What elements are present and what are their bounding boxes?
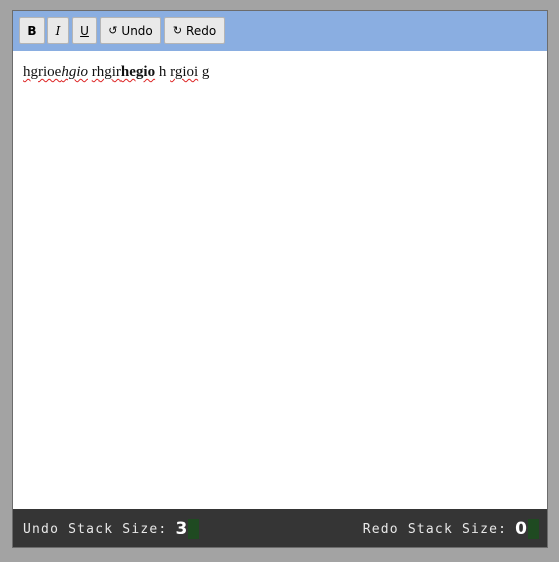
- status-bar: Undo Stack Size: 3 Redo Stack Size: 0: [13, 509, 547, 547]
- undo-stack-count: 3: [175, 519, 188, 539]
- redo-button-label: Redo: [186, 23, 217, 38]
- italic-button[interactable]: I: [47, 17, 69, 44]
- redo-stack-swatch: [528, 519, 539, 539]
- undo-button-label: Undo: [121, 23, 153, 38]
- underline-button[interactable]: U: [72, 17, 97, 44]
- editor-content-area[interactable]: hgrioehgio rhgirhegio h rgioi g: [13, 51, 547, 509]
- redo-icon: ↻: [172, 24, 183, 37]
- editor-text-segment: rhgir: [91, 64, 121, 80]
- redo-stack-indicator: Redo Stack Size: 0: [363, 519, 539, 539]
- undo-button[interactable]: ↺ Undo: [100, 17, 161, 44]
- undo-stack-indicator: Undo Stack Size: 3: [23, 519, 200, 539]
- editor-text-segment: hegio: [120, 64, 156, 80]
- redo-button[interactable]: ↻ Redo: [164, 17, 225, 44]
- undo-stack-swatch: [188, 519, 200, 539]
- undo-icon: ↺: [108, 24, 118, 37]
- toolbar: B I U ↺ Undo ↻ Redo: [13, 11, 547, 51]
- editor-text-segment: rgioi: [170, 64, 199, 80]
- bold-button[interactable]: B: [19, 17, 45, 44]
- redo-stack-label: Redo Stack Size:: [362, 521, 508, 537]
- editor-text-segment: g: [198, 64, 210, 80]
- rich-text-editor: B I U ↺ Undo ↻ Redo hgrioehgio rhgirhegi…: [12, 10, 548, 548]
- editor-text-segment: hgrioe: [23, 64, 62, 80]
- redo-stack-count: 0: [515, 519, 527, 539]
- undo-stack-label: Undo Stack Size:: [23, 521, 168, 537]
- editor-text-segment: hgio: [61, 64, 88, 80]
- editor-text-segment: h: [155, 64, 171, 80]
